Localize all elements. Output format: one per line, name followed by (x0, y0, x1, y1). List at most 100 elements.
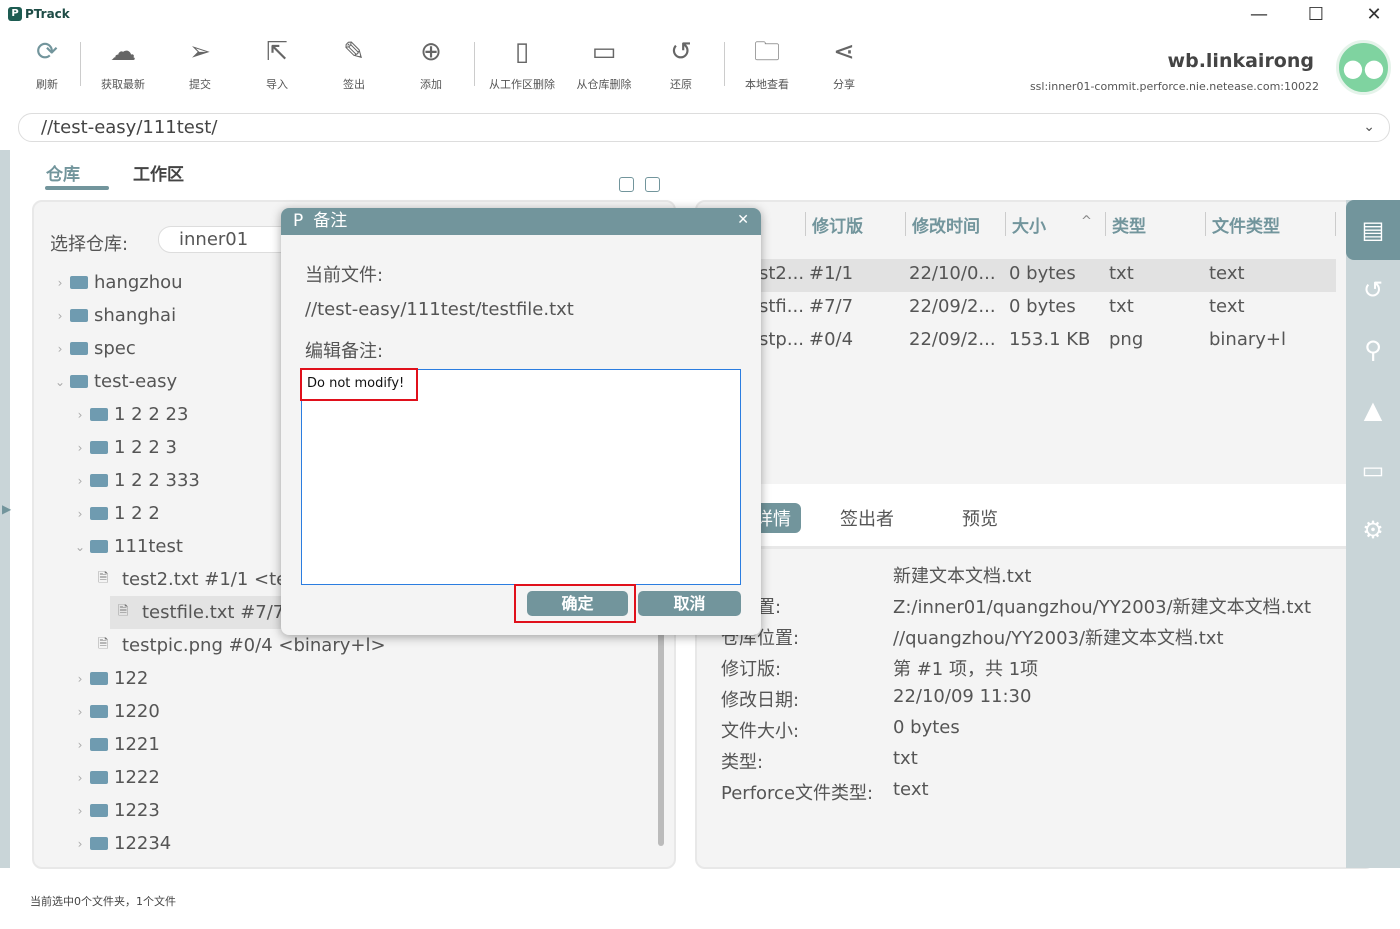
path-dropdown[interactable]: //test-easy/111test/ ⌄ (18, 113, 1390, 142)
toolbar-edit-button[interactable]: ✎ 签出 (319, 36, 389, 92)
tab-checked-out-by[interactable]: 签出者 (830, 503, 904, 533)
note-highlight (300, 368, 418, 401)
chevron-right-icon[interactable]: › (50, 342, 70, 356)
toolbar-label: 从仓库删除 (576, 78, 632, 91)
chevron-right-icon[interactable]: › (70, 738, 90, 752)
chevron-down-icon[interactable]: ⌄ (70, 540, 90, 554)
chevron-right-icon[interactable]: › (70, 408, 90, 422)
minimize-button[interactable]: — (1244, 4, 1274, 25)
table-row[interactable]: stfi... #7/7 22/09/2... 0 bytes txt text (697, 292, 1336, 325)
file-icon: 🗎 (118, 603, 129, 619)
avatar[interactable]: ●● (1336, 40, 1391, 95)
column-header[interactable]: 大小 (1005, 212, 1046, 237)
cell-type: txt (1109, 263, 1134, 284)
tab-workspace[interactable]: 工作区 (133, 160, 184, 185)
tree-item-label: 1220 (114, 701, 160, 722)
repo-select-label: 选择仓库: (50, 234, 129, 255)
detail-label: 文件大小: (721, 721, 800, 742)
tree-item-label: spec (94, 338, 136, 359)
user-name: wb.linkairong (1167, 50, 1314, 72)
column-header[interactable]: 修改时间 (905, 212, 980, 237)
column-divider[interactable] (1335, 212, 1336, 236)
folder-icon (90, 540, 108, 553)
toolbar-cloud-download-button[interactable]: ☁ 获取最新 (88, 36, 158, 92)
stamp-icon[interactable]: ▲ (1346, 380, 1400, 440)
filter-icon[interactable] (645, 177, 660, 192)
folder-icon (90, 738, 108, 751)
import-icon: ⇱ (266, 37, 288, 67)
toolbar-send-button[interactable]: ➢ 提交 (165, 36, 235, 92)
chevron-right-icon[interactable]: › (70, 507, 90, 521)
sort-ascending-icon[interactable]: ^ (1081, 214, 1092, 229)
toolbar-repo-delete-button[interactable]: ▭ 从仓库删除 (569, 36, 639, 92)
chevron-down-icon[interactable]: ⌄ (50, 375, 70, 389)
edit-note-label: 编辑备注: (305, 341, 384, 362)
maximize-button[interactable]: ☐ (1301, 4, 1331, 25)
folder-open-icon: 🗀 (753, 37, 780, 67)
column-header[interactable]: 修订版 (805, 212, 863, 237)
plus-circle-icon: ⊕ (420, 37, 442, 67)
gear-icon[interactable]: ⚙ (1346, 500, 1400, 560)
toolbar-folder-open-button[interactable]: 🗀 本地查看 (732, 36, 802, 92)
folder-icon (90, 474, 108, 487)
dialog-logo-icon: P (293, 211, 304, 231)
cancel-button[interactable]: 取消 (638, 591, 741, 616)
column-header[interactable]: 类型 (1105, 212, 1146, 237)
cell-time: 22/09/2... (909, 329, 996, 350)
chevron-right-icon[interactable]: › (70, 474, 90, 488)
chevron-down-icon: ⌄ (1363, 119, 1375, 135)
tab-repository[interactable]: 仓库 (46, 160, 80, 185)
toolbar-label: 从工作区删除 (489, 78, 555, 91)
chevron-right-icon[interactable]: › (70, 672, 90, 686)
tree-item[interactable]: › 1223 (34, 794, 654, 827)
edit-icon: ✎ (343, 37, 365, 67)
toolbar-refresh-button[interactable]: ⟳ 刷新 (12, 36, 82, 92)
active-tab-indicator (45, 186, 109, 190)
toolbar-label: 添加 (420, 78, 442, 91)
table-row[interactable]: st2... #1/1 22/10/0... 0 bytes txt text (697, 259, 1336, 292)
chevron-right-icon[interactable]: › (70, 837, 90, 851)
tree-item[interactable]: › 1220 (34, 695, 654, 728)
chevron-right-icon[interactable]: › (70, 771, 90, 785)
toolbar-import-button[interactable]: ⇱ 导入 (242, 36, 312, 92)
repo-select-value: inner01 (179, 229, 249, 250)
search-icon[interactable]: ⚲ (1346, 320, 1400, 380)
dialog-close-button[interactable]: ✕ (737, 212, 749, 228)
folder-icon (70, 309, 88, 322)
tree-item-label: 1 2 2 (114, 503, 160, 524)
table-row[interactable]: stp... #0/4 22/09/2... 153.1 KB png binary+l (697, 325, 1336, 358)
tree-item[interactable]: › 1221 (34, 728, 654, 761)
expand-arrow-icon[interactable]: ▶ (2, 502, 11, 516)
chevron-right-icon[interactable]: › (70, 705, 90, 719)
monitor-icon[interactable]: ▭ (1346, 440, 1400, 500)
detail-label: 修改日期: (721, 690, 800, 711)
tree-item-label: 1223 (114, 800, 160, 821)
tab-preview[interactable]: 预览 (952, 503, 1008, 533)
chevron-right-icon[interactable]: › (70, 441, 90, 455)
toolbar-divider (474, 42, 475, 86)
cell-name: stp... (759, 329, 805, 350)
tree-scrollbar[interactable] (658, 602, 664, 846)
tree-item[interactable]: › 12234 (34, 827, 654, 860)
toolbar-label: 刷新 (36, 78, 58, 91)
tree-item[interactable]: › 122 (34, 662, 654, 695)
detail-value: Z:/inner01/quangzhou/YY2003/新建文本文档.txt (893, 597, 1312, 618)
tree-item[interactable]: › 1222 (34, 761, 654, 794)
document-icon[interactable]: ▤ (1346, 200, 1400, 260)
column-header[interactable]: 文件类型 (1205, 212, 1280, 237)
chevron-right-icon[interactable]: › (70, 804, 90, 818)
close-button[interactable]: ✕ (1359, 4, 1389, 25)
toolbar-file-delete-button[interactable]: ▯ 从工作区删除 (487, 36, 557, 92)
note-textarea[interactable]: Do not modify! (301, 369, 741, 585)
cell-ftype: text (1209, 296, 1245, 317)
chevron-right-icon[interactable]: › (50, 309, 70, 323)
cloud-download-icon: ☁ (110, 37, 136, 67)
chevron-right-icon[interactable]: › (50, 276, 70, 290)
toolbar-divider (80, 42, 81, 86)
toolbar-plus-circle-button[interactable]: ⊕ 添加 (396, 36, 466, 92)
app-logo: P PTrack (8, 7, 70, 21)
toolbar-revert-button[interactable]: ↺ 还原 (646, 36, 716, 92)
toolbar-share-button[interactable]: ⋖ 分享 (809, 36, 879, 92)
list-view-icon[interactable] (619, 177, 634, 192)
history-icon[interactable]: ↺ (1346, 260, 1400, 320)
